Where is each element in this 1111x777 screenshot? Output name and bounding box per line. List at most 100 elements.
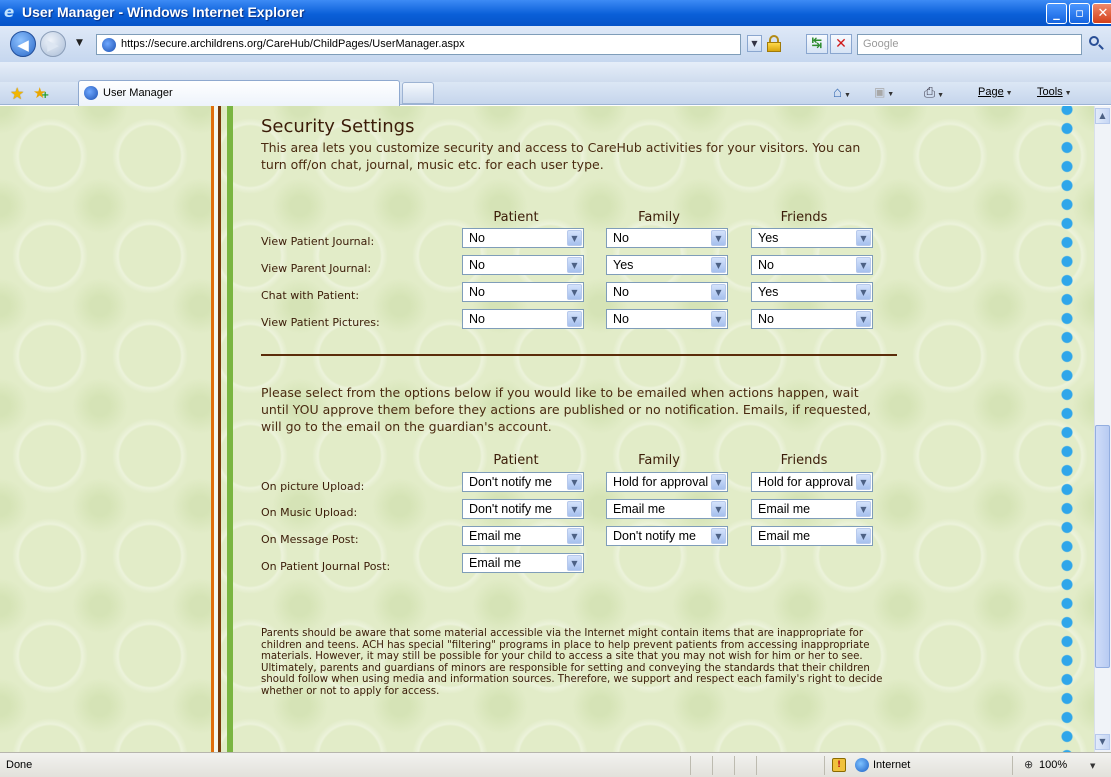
zoom-level[interactable]: 100%: [1039, 759, 1067, 771]
scroll-thumb[interactable]: [1095, 425, 1110, 668]
chevron-down-icon: ▼: [856, 528, 871, 544]
security-zone[interactable]: Internet: [873, 759, 910, 771]
select-patient-view-patient-journal[interactable]: No ▼: [462, 228, 584, 248]
address-toolbar: ◀ ▶ ▼ https://secure.archildrens.org/Car…: [0, 26, 1111, 62]
add-favorites-icon[interactable]: ★ +: [33, 84, 49, 102]
disclaimer-text: Parents should be aware that some materi…: [261, 628, 883, 697]
ie-logo-icon: e: [4, 3, 15, 21]
refresh-button[interactable]: ↹: [806, 34, 828, 54]
search-input[interactable]: Google: [857, 34, 1082, 55]
status-separator: [824, 756, 825, 775]
favorites-star-icon[interactable]: ★: [10, 84, 24, 103]
zoom-dropdown-icon[interactable]: ▼: [1090, 762, 1095, 770]
close-button[interactable]: ✕: [1092, 3, 1111, 24]
row-label-view-patient-journal: View Patient Journal:: [261, 235, 375, 248]
select-value: Yes: [613, 258, 634, 272]
select-value: Email me: [469, 529, 522, 543]
feeds-icon[interactable]: ▣ ▼: [874, 85, 894, 99]
select-family-on-music-upload[interactable]: Email me ▼: [606, 499, 728, 519]
select-patient-on-music-upload[interactable]: Don't notify me ▼: [462, 499, 584, 519]
stop-button[interactable]: ✕: [830, 34, 852, 54]
chevron-down-icon: ▼: [567, 555, 582, 571]
notify-column-header-patient: Patient: [493, 453, 539, 468]
chevron-down-icon: ▼: [856, 311, 871, 327]
address-url: https://secure.archildrens.org/CareHub/C…: [121, 38, 465, 50]
select-patient-on-message-post[interactable]: Email me ▼: [462, 526, 584, 546]
search-icon[interactable]: [1087, 35, 1105, 53]
chevron-down-icon: ▼: [856, 284, 871, 300]
tools-menu[interactable]: Tools ▼: [1037, 86, 1072, 98]
lock-icon[interactable]: [766, 35, 782, 53]
select-friends-chat-with-patient[interactable]: Yes ▼: [751, 282, 873, 302]
tab-label: User Manager: [103, 87, 173, 99]
forward-button[interactable]: ▶: [40, 31, 66, 57]
select-friends-view-patient-journal[interactable]: Yes ▼: [751, 228, 873, 248]
select-value: No: [469, 231, 485, 245]
select-value: Hold for approval: [758, 475, 854, 489]
history-dropdown-icon[interactable]: ▼: [76, 38, 83, 48]
select-value: No: [469, 312, 485, 326]
home-icon[interactable]: ⌂ ▼: [833, 84, 851, 101]
select-family-on-picture-upload[interactable]: Hold for approval ▼: [606, 472, 728, 492]
select-family-view-parent-journal[interactable]: Yes ▼: [606, 255, 728, 275]
select-patient-chat-with-patient[interactable]: No ▼: [462, 282, 584, 302]
row-label-view-patient-pictures: View Patient Pictures:: [261, 316, 380, 329]
decor-line-green: [227, 106, 233, 752]
row-label-on-patient-journal-post: On Patient Journal Post:: [261, 560, 391, 573]
intro-text: This area lets you customize security an…: [261, 140, 861, 172]
select-friends-view-parent-journal[interactable]: No ▼: [751, 255, 873, 275]
select-patient-view-patient-pictures[interactable]: No ▼: [462, 309, 584, 329]
chevron-down-icon: ▼: [711, 501, 726, 517]
back-button[interactable]: ◀: [10, 31, 36, 57]
select-friends-on-message-post[interactable]: Email me ▼: [751, 526, 873, 546]
tab-favicon-icon: [84, 86, 98, 100]
select-value: Don't notify me: [613, 529, 696, 543]
address-dropdown-button[interactable]: ▼: [747, 35, 762, 52]
select-patient-view-parent-journal[interactable]: No ▼: [462, 255, 584, 275]
decor-line-brown: [218, 106, 221, 752]
address-input[interactable]: https://secure.archildrens.org/CareHub/C…: [96, 34, 741, 55]
scroll-up-button[interactable]: ▲: [1095, 108, 1110, 124]
tools-menu-label: Tools: [1037, 86, 1063, 98]
select-value: Email me: [613, 502, 666, 516]
select-value: No: [758, 258, 774, 272]
select-friends-on-picture-upload[interactable]: Hold for approval ▼: [751, 472, 873, 492]
chevron-down-icon: ▼: [567, 284, 582, 300]
chevron-down-icon: ▼: [711, 230, 726, 246]
status-separator: [712, 756, 713, 775]
print-icon[interactable]: ⎙ ▼: [924, 84, 944, 101]
scroll-down-button[interactable]: ▼: [1095, 734, 1110, 750]
row-label-on-message-post: On Message Post:: [261, 533, 359, 546]
select-family-view-patient-pictures[interactable]: No ▼: [606, 309, 728, 329]
protected-mode-icon[interactable]: !: [832, 758, 846, 772]
select-value: Hold for approval: [613, 475, 709, 489]
chevron-down-icon: ▼: [856, 257, 871, 273]
select-friends-on-music-upload[interactable]: Email me ▼: [751, 499, 873, 519]
notify-intro-text: Please select from the options below if …: [261, 385, 871, 434]
maximize-button[interactable]: ▫: [1069, 3, 1090, 24]
select-friends-view-patient-pictures[interactable]: No ▼: [751, 309, 873, 329]
chevron-down-icon: ▼: [567, 474, 582, 490]
select-value: Email me: [758, 529, 811, 543]
select-family-chat-with-patient[interactable]: No ▼: [606, 282, 728, 302]
tab-user-manager[interactable]: User Manager: [78, 80, 400, 106]
minimize-button[interactable]: _: [1046, 3, 1067, 24]
row-label-on-music-upload: On Music Upload:: [261, 506, 358, 519]
select-patient-on-patient-journal-post[interactable]: Email me ▼: [462, 553, 584, 573]
column-header-family: Family: [638, 210, 680, 225]
select-patient-on-picture-upload[interactable]: Don't notify me ▼: [462, 472, 584, 492]
chevron-down-icon: ▼: [567, 257, 582, 273]
chevron-down-icon: ▼: [711, 284, 726, 300]
chevron-down-icon: ▼: [567, 230, 582, 246]
select-family-on-message-post[interactable]: Don't notify me ▼: [606, 526, 728, 546]
new-tab-button[interactable]: [402, 82, 434, 104]
select-value: Don't notify me: [469, 475, 552, 489]
column-header-patient: Patient: [493, 210, 539, 225]
chevron-down-icon: ▼: [711, 528, 726, 544]
zoom-icon[interactable]: ⊕: [1024, 758, 1033, 771]
chevron-down-icon: ▼: [567, 311, 582, 327]
page-menu[interactable]: Page ▼: [978, 86, 1013, 98]
page-menu-label: Page: [978, 86, 1004, 98]
select-family-view-patient-journal[interactable]: No ▼: [606, 228, 728, 248]
chevron-down-icon: ▼: [711, 474, 726, 490]
